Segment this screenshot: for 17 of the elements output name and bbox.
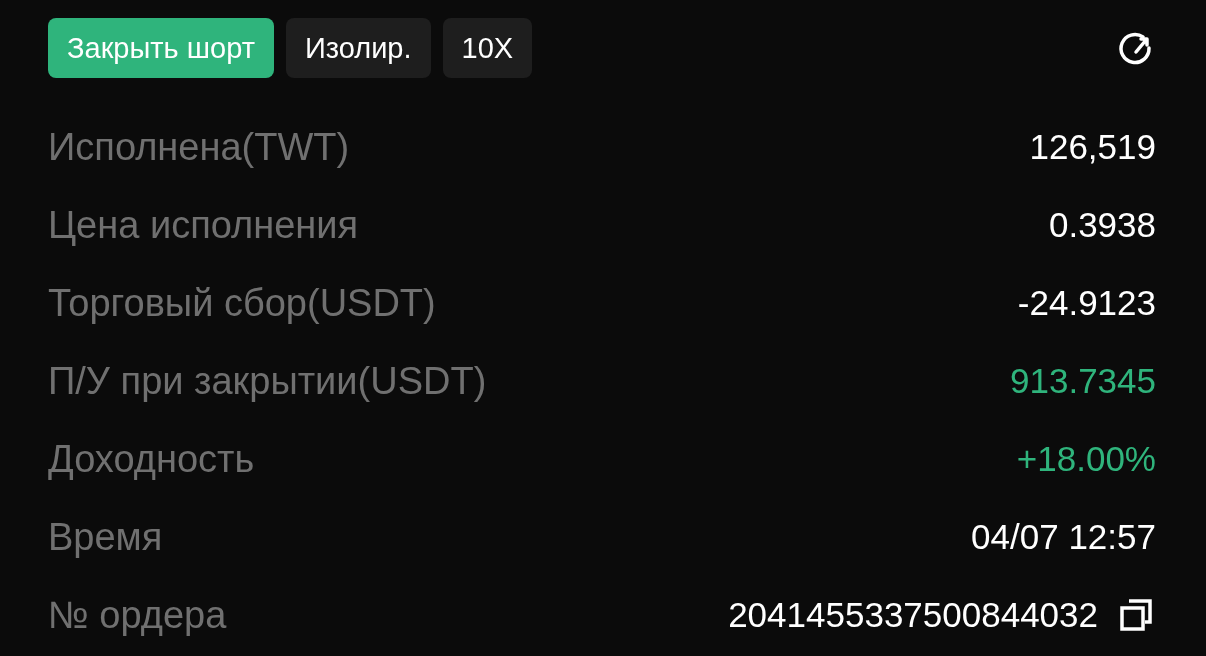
field-value: -24.9123	[1017, 283, 1156, 323]
tag: 10X	[442, 18, 533, 78]
field-label: Время	[48, 515, 163, 559]
tag: Закрыть шорт	[48, 18, 274, 78]
field-value: 2041455337500844032	[728, 595, 1098, 635]
field-label: Доходность	[48, 437, 255, 481]
field-label: П/У при закрытии(USDT)	[48, 359, 487, 403]
field-value: 0.3938	[1048, 205, 1156, 245]
field-value: +18.00%	[1016, 439, 1156, 479]
field-value: 04/07 12:57	[971, 517, 1156, 557]
field-value: 913.7345	[1010, 361, 1156, 401]
field-label: Торговый сбор(USDT)	[48, 281, 436, 325]
field-label: Исполнена(TWT)	[48, 125, 350, 169]
field-label: Цена исполнения	[48, 203, 359, 247]
field-value: 126,519	[1029, 127, 1156, 167]
field-label: № ордера	[48, 593, 227, 637]
tag: Изолир.	[285, 18, 431, 78]
